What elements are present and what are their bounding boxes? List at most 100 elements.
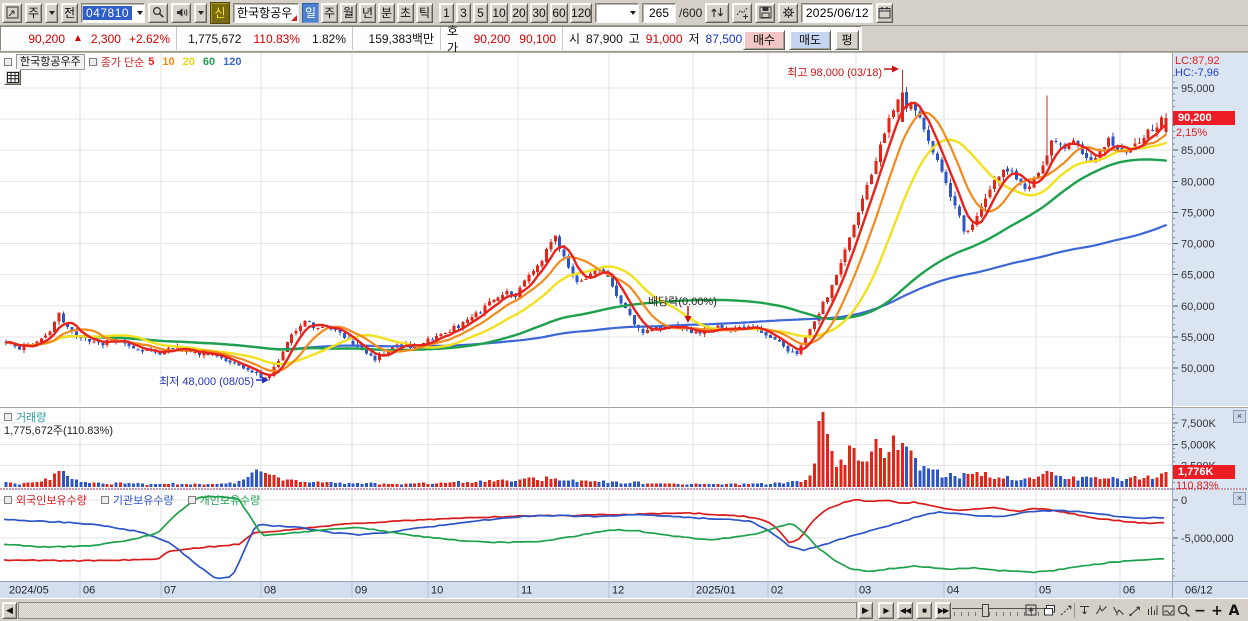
ohl-cell: 시 87,900 고 91,000 저 87,500: [563, 27, 742, 50]
stock-code-input[interactable]: 047810: [81, 2, 145, 23]
trade-value: 159,383백만: [368, 32, 434, 46]
cycle-button[interactable]: 주: [25, 2, 42, 23]
svg-text:11: 11: [521, 585, 532, 597]
buy-button[interactable]: 매수: [743, 29, 785, 50]
zoom-out-button[interactable]: −: [1192, 602, 1208, 619]
gear-icon[interactable]: [778, 2, 799, 23]
save-icon[interactable]: [755, 2, 776, 23]
slider-thumb[interactable]: [982, 604, 989, 617]
interval-button-10[interactable]: 10: [490, 2, 508, 23]
quote-bar: 90,200 ▲ 2,300 +2.62% 1,775,672 110.83% …: [0, 24, 1248, 55]
period-tab-월[interactable]: 월: [340, 2, 357, 23]
ma-5-legend[interactable]: 5: [148, 56, 154, 68]
interval-button-60[interactable]: 60: [550, 2, 568, 23]
current-price: 90,200: [28, 31, 66, 46]
fast-forward-button[interactable]: ▶▶: [935, 602, 951, 619]
play-button[interactable]: ▶: [878, 602, 894, 619]
annotation-ex-dividend: 배당락(0.00%): [648, 296, 717, 308]
candle-count-input[interactable]: 265: [642, 2, 676, 23]
chart-image-icon[interactable]: [1160, 602, 1176, 619]
new-stock-badge: 신: [210, 1, 230, 24]
top-toolbar: 주 전 047810 신 한국항공우 일주월년분초틱 1 3 5 10 20 30 60 12…: [0, 0, 1248, 26]
svg-text:2024/05: 2024/05: [9, 585, 49, 597]
legend-marker-icon: [88, 58, 97, 66]
volume-cell: 1,775,672 110.83% 1.82%: [177, 27, 353, 50]
price-legend-label[interactable]: 종가 단순: [101, 54, 145, 70]
search-icon[interactable]: [148, 2, 168, 23]
zoom-in-button[interactable]: +: [1209, 602, 1225, 619]
chart-scrollbar[interactable]: [18, 602, 857, 619]
interval-button-30[interactable]: 30: [530, 2, 548, 23]
svg-text:0: 0: [1181, 495, 1187, 507]
stop-button[interactable]: ■: [916, 602, 932, 619]
stock-name-field[interactable]: 한국항공우: [233, 2, 299, 23]
period-tab-일[interactable]: 일: [302, 2, 319, 23]
ma-60-legend[interactable]: 60: [203, 56, 215, 68]
svg-text:55,000: 55,000: [1181, 332, 1215, 344]
svg-text:07: 07: [164, 585, 176, 597]
holders-pane-close-icon[interactable]: ×: [1233, 492, 1246, 505]
scroll-left-button[interactable]: ◀: [2, 602, 17, 619]
svg-text:06: 06: [83, 585, 95, 597]
window-layout-icon[interactable]: [2, 2, 22, 23]
calendar-icon[interactable]: [876, 2, 894, 23]
current-pct-label: 2,15%: [1176, 127, 1208, 139]
sound-dropdown-icon[interactable]: [194, 2, 207, 23]
holders-legend-undefined[interactable]: 기관보유수량: [113, 492, 174, 508]
period-tab-주[interactable]: 주: [321, 2, 338, 23]
date-input[interactable]: 2025/06/12: [801, 2, 874, 23]
scroll-right-button[interactable]: ▶: [858, 602, 873, 619]
hoga-cell: 호가 90,200 90,100: [441, 24, 563, 55]
avg-button[interactable]: 평: [835, 29, 859, 50]
holders-pane-legend: 외국인보유수량 기관보유수량 개인보유수량: [4, 492, 270, 508]
ma-10-legend[interactable]: 10: [162, 56, 174, 68]
interval-button-120[interactable]: 120: [570, 2, 592, 23]
interval-button-3[interactable]: 3: [456, 2, 471, 23]
scroll-arrows-icon[interactable]: [705, 2, 730, 23]
pane-cascade-icon[interactable]: [1041, 602, 1057, 619]
volume-ratio: 110.83%: [253, 31, 300, 46]
period-tab-틱[interactable]: 틱: [416, 2, 433, 23]
hc-value: HC:-7,96: [1175, 67, 1220, 79]
sound-icon[interactable]: [171, 2, 191, 23]
holders-legend-undefined[interactable]: 개인보유수량: [200, 492, 261, 508]
pane-add-icon[interactable]: [1023, 602, 1039, 619]
prev-stock-button[interactable]: 전: [61, 2, 78, 23]
ma-20-legend[interactable]: 20: [183, 56, 195, 68]
chart-grid-settings-icon[interactable]: [4, 69, 21, 85]
interval-button-1[interactable]: 1: [439, 2, 454, 23]
current-price-line-icon[interactable]: [1076, 602, 1092, 619]
holders-legend-item: 개인보유수량: [187, 492, 261, 508]
volume-profile-icon[interactable]: [1144, 602, 1160, 619]
interval-combo[interactable]: [595, 2, 639, 23]
interval-button-20[interactable]: 20: [510, 2, 528, 23]
rewind-button[interactable]: ◀◀: [897, 602, 913, 619]
magnifier-icon[interactable]: [1176, 602, 1192, 619]
candle-total-label: /600: [679, 5, 703, 20]
period-tab-년[interactable]: 년: [359, 2, 376, 23]
interval-button-group: 1 3 5 10 20 30 60 120: [439, 2, 592, 23]
sell-button[interactable]: 매도: [789, 29, 831, 50]
trendline-add-icon[interactable]: [732, 2, 753, 23]
svg-text:12: 12: [612, 585, 624, 597]
holders-legend-undefined[interactable]: 외국인보유수량: [16, 492, 87, 508]
period-tab-초[interactable]: 초: [397, 2, 414, 23]
interval-button-5[interactable]: 5: [473, 2, 488, 23]
price-legend-stock[interactable]: 한국항공우주: [16, 54, 85, 70]
cycle-dropdown-icon[interactable]: [45, 2, 58, 23]
trade-value-cell: 159,383백만: [353, 27, 441, 50]
bottom-toolbar: ◀ ▶ ▶ ◀◀ ■ ▶▶ − + A: [0, 598, 1248, 621]
trend-dash-icon[interactable]: [1058, 602, 1074, 619]
chart-canvas[interactable]: 95,000 85,000 80,000 75,000 70,000 65,000 60,0…: [0, 52, 1248, 598]
volume-pane-close-icon[interactable]: ×: [1233, 410, 1246, 423]
font-size-button[interactable]: A: [1226, 602, 1242, 619]
trendline-icon[interactable]: [1127, 602, 1143, 619]
low-marker-icon[interactable]: [1110, 602, 1126, 619]
svg-text:05: 05: [1039, 585, 1051, 597]
ma-120-legend[interactable]: 120: [223, 56, 241, 68]
period-tab-분[interactable]: 분: [378, 2, 395, 23]
high-marker-icon[interactable]: [1093, 602, 1109, 619]
svg-text:06/12: 06/12: [1185, 585, 1213, 597]
up-arrow-icon: ▲: [73, 33, 83, 44]
code-dropdown-icon[interactable]: [137, 10, 143, 15]
